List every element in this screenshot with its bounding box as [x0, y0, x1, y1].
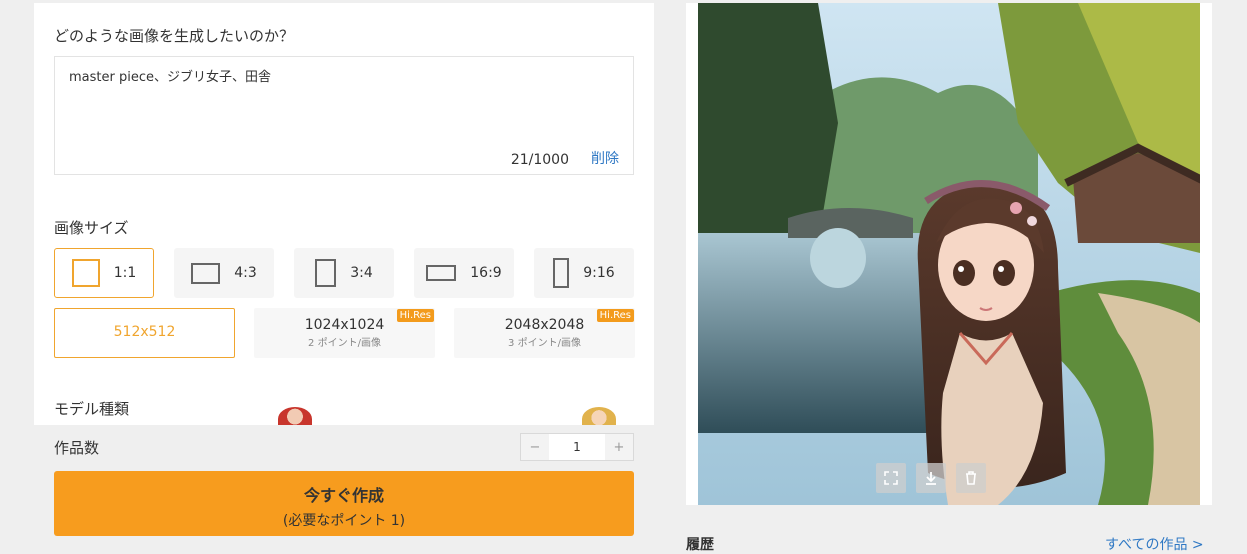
model-thumbnail[interactable]	[278, 407, 312, 425]
prompt-textarea[interactable]: master piece、ジブリ女子、田舎 21/1000 削除	[54, 56, 634, 175]
required-points-label: (必要なポイント 1)	[282, 513, 406, 529]
image-actions	[876, 463, 986, 493]
ratio-3-4-button[interactable]: 3:4	[294, 248, 394, 298]
expand-icon[interactable]	[876, 463, 906, 493]
char-count: 21/1000	[510, 152, 569, 168]
ratio-label: 16:9	[470, 265, 502, 281]
model-type-label: モデル種類	[54, 400, 130, 418]
quantity-input[interactable]: 1	[549, 434, 605, 460]
resolution-512-button[interactable]: 512x512	[54, 308, 235, 358]
ratio-1-1-button[interactable]: 1:1	[54, 248, 154, 298]
download-icon[interactable]	[916, 463, 946, 493]
resolution-cost: 2 ポイント/画像	[308, 338, 381, 349]
generate-now-button[interactable]: 今すぐ作成 (必要なポイント 1)	[54, 471, 634, 536]
ratio-label: 3:4	[350, 265, 373, 281]
ratio-4-3-button[interactable]: 4:3	[174, 248, 274, 298]
clear-prompt-link[interactable]: 削除	[591, 148, 619, 168]
model-thumbnail[interactable]	[582, 407, 616, 425]
increment-button[interactable]: +	[605, 434, 633, 460]
quantity-label: 作品数	[54, 439, 100, 457]
generate-label: 今すぐ作成	[303, 486, 384, 505]
ratio-label: 1:1	[113, 265, 137, 281]
landscape-ratio-icon	[191, 262, 221, 284]
all-works-link[interactable]: すべての作品 >	[1105, 534, 1204, 554]
decrement-button[interactable]: −	[521, 434, 549, 460]
prompt-label: どのような画像を生成したいのか？	[54, 27, 295, 45]
anime-girl-landscape-illustration	[698, 3, 1200, 505]
prompt-text[interactable]: master piece、ジブリ女子、田舎	[69, 66, 271, 85]
resolution-1024-button[interactable]: 1024x1024 2 ポイント/画像 Hi.Res	[254, 308, 435, 358]
ratio-label: 4:3	[234, 265, 257, 281]
portrait-ratio-icon	[315, 259, 337, 287]
resolution-2048-button[interactable]: 2048x2048 3 ポイント/画像 Hi.Res	[454, 308, 635, 358]
generator-form-panel: どのような画像を生成したいのか？ master piece、ジブリ女子、田舎 2…	[34, 3, 654, 425]
generated-image[interactable]	[698, 3, 1200, 505]
resolution-label: 512x512	[113, 324, 176, 340]
ratio-16-9-button[interactable]: 16:9	[414, 248, 514, 298]
trash-icon[interactable]	[956, 463, 986, 493]
resolution-cost: 3 ポイント/画像	[508, 338, 581, 349]
widescreen-ratio-icon	[426, 265, 457, 281]
quantity-stepper: − 1 +	[520, 433, 634, 461]
result-card	[686, 3, 1212, 505]
hires-badge: Hi.Res	[596, 309, 634, 322]
hires-badge: Hi.Res	[396, 309, 434, 322]
ratio-9-16-button[interactable]: 9:16	[534, 248, 634, 298]
image-size-label: 画像サイズ	[54, 219, 129, 237]
square-ratio-icon	[71, 259, 100, 287]
ratio-label: 9:16	[583, 265, 615, 281]
generate-bar: 作品数 − 1 + 今すぐ作成 (必要なポイント 1)	[34, 425, 654, 546]
tall-ratio-icon	[553, 258, 570, 288]
history-title: 履歴	[686, 537, 714, 553]
